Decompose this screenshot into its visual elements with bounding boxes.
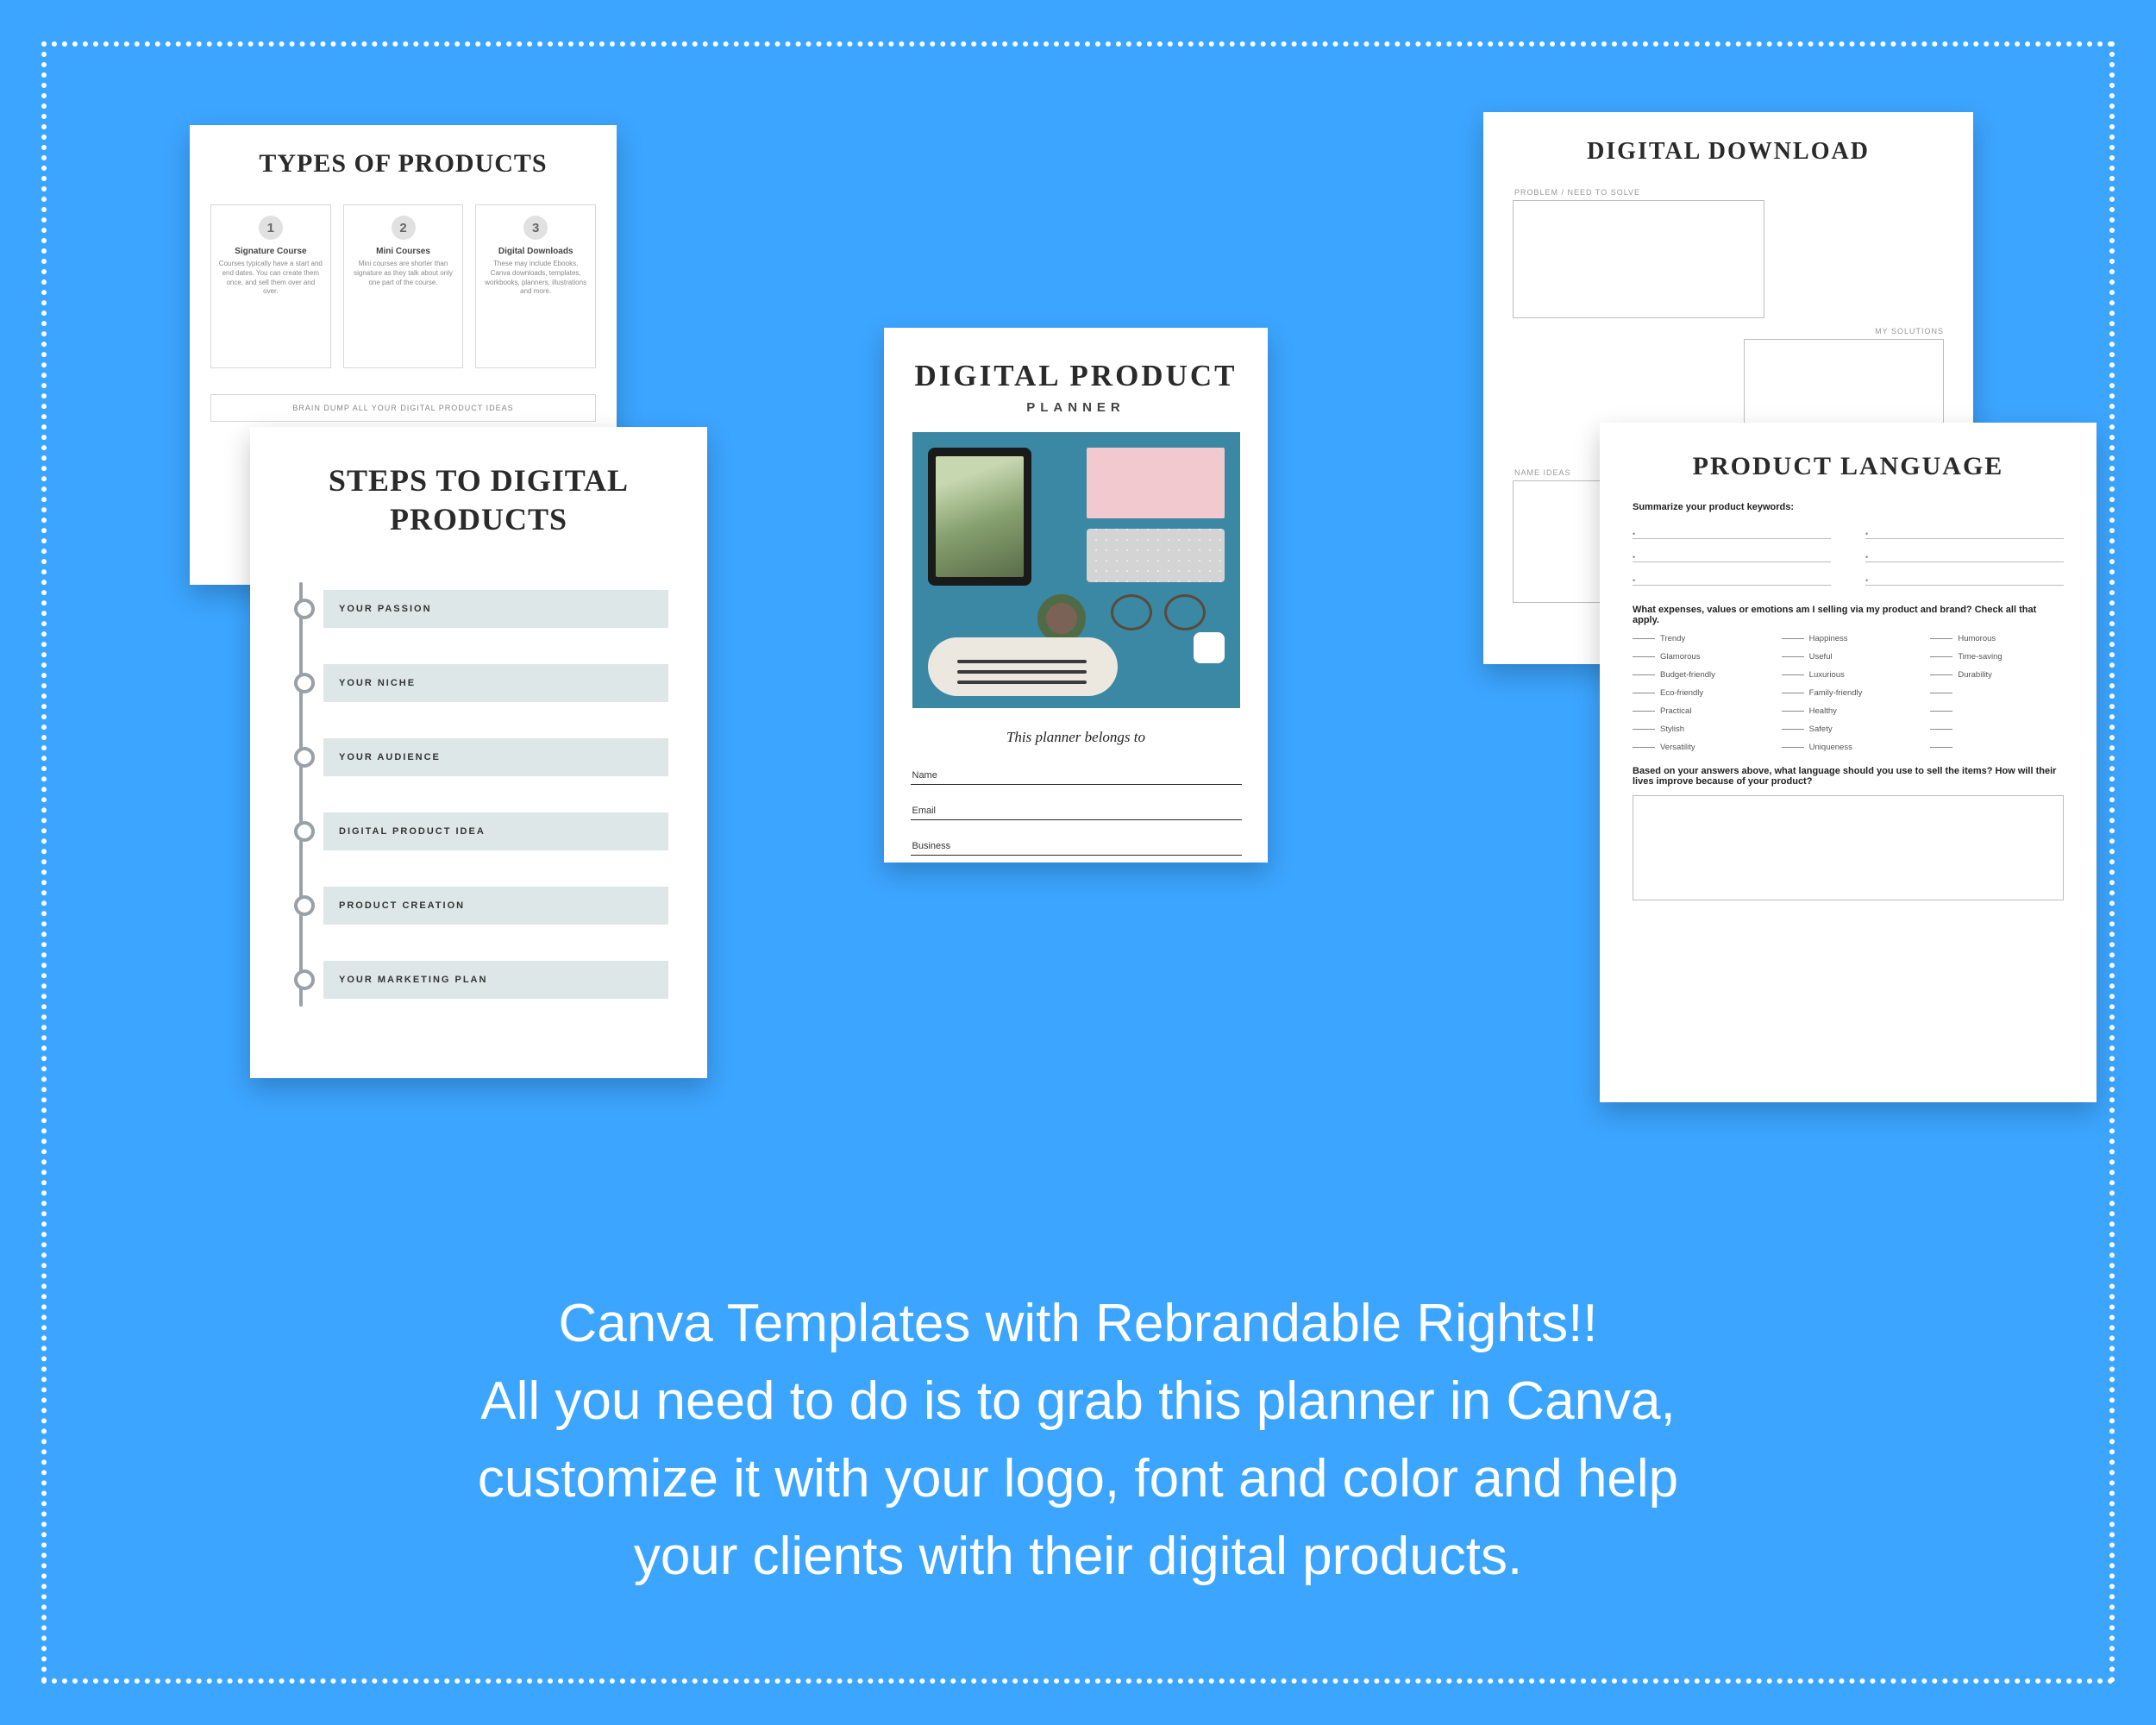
- step-label: YOUR AUDIENCE: [323, 738, 668, 776]
- type-desc: These may include Ebooks, Canva download…: [483, 260, 588, 297]
- lang-tag: Eco-friendly: [1633, 688, 1766, 698]
- lang-tag: Healthy: [1782, 706, 1915, 716]
- keyboard-icon: [1087, 529, 1225, 582]
- lang-tag: Uniqueness: [1782, 743, 1915, 752]
- cover-title: DIGITAL PRODUCT: [915, 359, 1238, 393]
- pen-icon: [957, 670, 1087, 674]
- lang-tag: Happiness: [1782, 634, 1915, 643]
- lang-tag: Glamorous: [1633, 652, 1766, 662]
- lang-tag: [1930, 724, 2064, 734]
- type-name: Digital Downloads: [498, 247, 573, 256]
- caption-line: your clients with their digital products…: [634, 1527, 1522, 1586]
- lang-tag: [1930, 706, 2064, 716]
- step-label: YOUR PASSION: [323, 590, 668, 628]
- types-title: TYPES OF PRODUCTS: [190, 149, 617, 179]
- cover-field-business: Business: [911, 831, 1242, 856]
- promo-caption: Canva Templates with Rebrandable Rights!…: [172, 1285, 1984, 1596]
- cover-flatlay-image: [912, 432, 1240, 708]
- pen-icon: [957, 681, 1087, 684]
- type-desc: Mini courses are shorter than signature …: [351, 260, 456, 287]
- step-row: YOUR MARKETING PLAN: [289, 943, 668, 1017]
- step-row: PRODUCT CREATION: [289, 869, 668, 943]
- caption-line: customize it with your logo, font and co…: [478, 1449, 1678, 1509]
- caption-line: All you need to do is to grab this plann…: [480, 1371, 1676, 1431]
- succulent-icon: [1037, 594, 1086, 643]
- tablet-icon: [928, 448, 1031, 586]
- download-label-solutions: MY SOLUTIONS: [1514, 327, 1944, 336]
- steps-title: STEPS TO DIGITAL PRODUCTS: [250, 461, 707, 539]
- steps-title-line1: STEPS TO DIGITAL: [329, 463, 629, 498]
- lang-answer-box: [1633, 795, 2064, 900]
- lang-tag: Humorous: [1930, 634, 2064, 643]
- keyword-row: ••: [1633, 521, 2064, 539]
- lang-tag: Durability: [1930, 670, 2064, 680]
- cover-subtitle: PLANNER: [1026, 400, 1125, 415]
- type-num: 3: [523, 216, 548, 240]
- download-box-problem: [1513, 200, 1764, 318]
- step-row: YOUR AUDIENCE: [289, 720, 668, 794]
- step-label: YOUR MARKETING PLAN: [323, 961, 668, 999]
- cover-field-name: Name: [911, 760, 1242, 785]
- steps-timeline: YOUR PASSION YOUR NICHE YOUR AUDIENCE DI…: [289, 572, 668, 1017]
- lang-tag: [1930, 688, 2064, 698]
- lang-tag: Time-saving: [1930, 652, 2064, 662]
- cover-field-email: Email: [911, 795, 1242, 820]
- step-row: YOUR PASSION: [289, 572, 668, 646]
- lang-q-answer: Based on your answers above, what langua…: [1633, 766, 2064, 787]
- lang-tag: Practical: [1633, 706, 1766, 716]
- lang-tag: Luxurious: [1782, 670, 1915, 680]
- pen-tray-icon: [928, 637, 1118, 696]
- type-num: 2: [392, 216, 416, 240]
- type-card-3: 3 Digital Downloads These may include Eb…: [475, 204, 596, 368]
- type-card-1: 1 Signature Course Courses typically hav…: [210, 204, 331, 368]
- step-label: DIGITAL PRODUCT IDEA: [323, 812, 668, 850]
- type-name: Signature Course: [235, 247, 306, 256]
- notebook-icon: [1087, 448, 1225, 518]
- lang-tag: Safety: [1782, 724, 1915, 734]
- steps-title-line2: PRODUCTS: [390, 502, 567, 536]
- type-card-2: 2 Mini Courses Mini courses are shorter …: [343, 204, 464, 368]
- lang-tag: Useful: [1782, 652, 1915, 662]
- download-label-problem: PROBLEM / NEED TO SOLVE: [1514, 188, 1944, 197]
- sheet-planner-cover: DIGITAL PRODUCT PLANNER This planner bel…: [884, 328, 1268, 862]
- keyword-row: ••: [1633, 568, 2064, 586]
- glasses-icon: [1111, 594, 1206, 625]
- step-row: DIGITAL PRODUCT IDEA: [289, 794, 668, 869]
- lang-tag: Trendy: [1633, 634, 1766, 643]
- type-desc: Courses typically have a start and end d…: [218, 260, 323, 297]
- lang-checklist-grid: Trendy Happiness Humorous Glamorous Usef…: [1633, 634, 2064, 752]
- lang-q-keywords: Summarize your product keywords:: [1633, 502, 2064, 512]
- type-name: Mini Courses: [376, 247, 430, 256]
- step-label: PRODUCT CREATION: [323, 887, 668, 925]
- caption-line: Canva Templates with Rebrandable Rights!…: [558, 1294, 1597, 1353]
- types-columns: 1 Signature Course Courses typically hav…: [190, 204, 617, 368]
- cover-belongs-to: This planner belongs to: [1006, 729, 1145, 746]
- lang-q-values: What expenses, values or emotions am I s…: [1633, 605, 2064, 625]
- brain-dump-label: BRAIN DUMP ALL YOUR DIGITAL PRODUCT IDEA…: [210, 394, 596, 422]
- lang-tag: [1930, 743, 2064, 752]
- lang-tag: Versatility: [1633, 743, 1766, 752]
- sheet-steps-to-digital-products: STEPS TO DIGITAL PRODUCTS YOUR PASSION Y…: [250, 427, 707, 1078]
- download-title: DIGITAL DOWNLOAD: [1513, 138, 1944, 166]
- sheet-product-language: PRODUCT LANGUAGE Summarize your product …: [1600, 423, 2096, 1102]
- lang-tag: Budget-friendly: [1633, 670, 1766, 680]
- keyword-row: ••: [1633, 544, 2064, 562]
- step-label: YOUR NICHE: [323, 664, 668, 702]
- type-num: 1: [259, 216, 283, 240]
- lang-tag: Family-friendly: [1782, 688, 1915, 698]
- lang-tag: Stylish: [1633, 724, 1766, 734]
- lang-title: PRODUCT LANGUAGE: [1633, 452, 2064, 481]
- step-row: YOUR NICHE: [289, 646, 668, 720]
- pen-icon: [957, 660, 1087, 663]
- earbuds-icon: [1194, 632, 1225, 663]
